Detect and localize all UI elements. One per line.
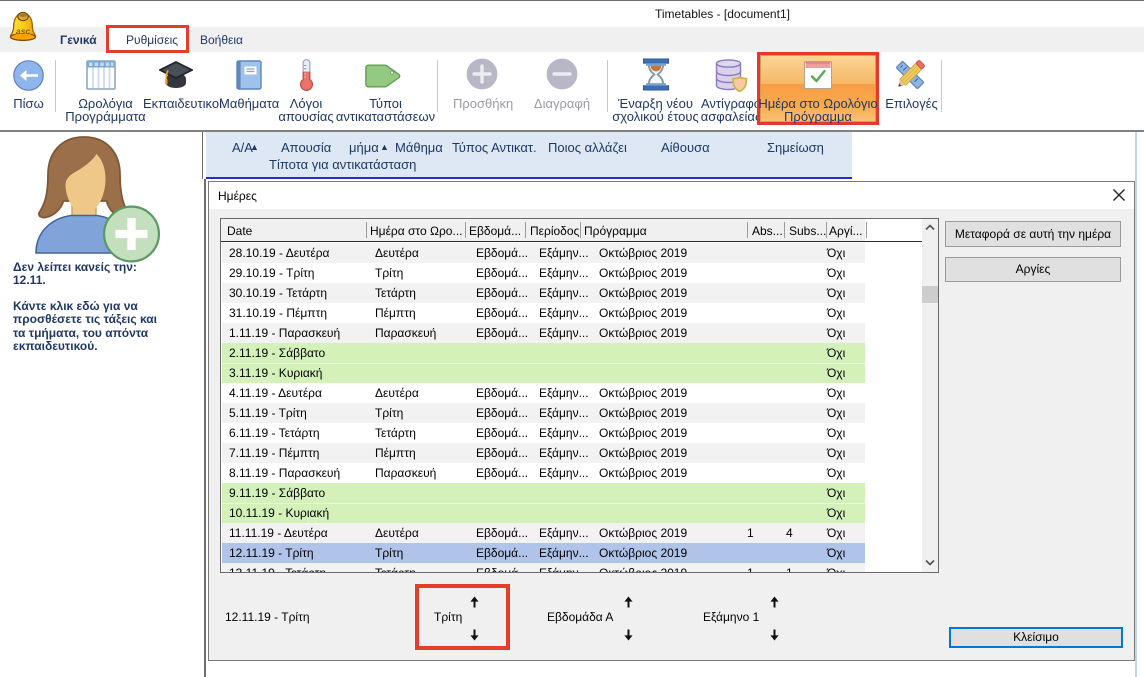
svg-text:asc: asc [16, 26, 30, 36]
